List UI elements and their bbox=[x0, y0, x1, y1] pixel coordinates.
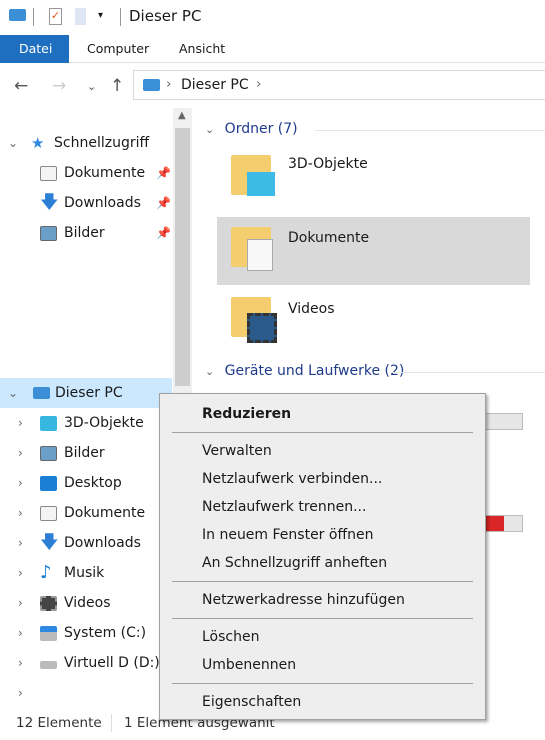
nav-label: Desktop bbox=[64, 475, 122, 491]
cube-icon bbox=[40, 416, 57, 431]
nav-label: 3D-Objekte bbox=[64, 415, 144, 431]
new-folder-icon[interactable] bbox=[75, 8, 86, 25]
pictures-icon bbox=[40, 226, 57, 241]
folder-3d-objekte[interactable]: 3D-Objekte bbox=[217, 142, 530, 210]
nav-dieser-pc[interactable]: ⌄ Dieser PC bbox=[0, 378, 172, 408]
item-count: 12 Elemente bbox=[16, 715, 102, 731]
document-icon bbox=[40, 506, 57, 521]
drive-icon bbox=[40, 661, 57, 669]
menu-item-neues-fenster[interactable]: In neuem Fenster öffnen bbox=[202, 523, 373, 547]
nav-downloads[interactable]: › 🡇 Downloads bbox=[0, 528, 172, 558]
menu-item-netzlaufwerk-verbinden[interactable]: Netzlaufwerk verbinden... bbox=[202, 467, 382, 491]
system-drive-icon bbox=[40, 626, 57, 641]
nav-quick-dokumente[interactable]: Dokumente 📌 bbox=[0, 158, 172, 188]
up-button[interactable]: ↑ bbox=[110, 76, 124, 96]
chevron-down-icon[interactable]: ⌄ bbox=[205, 365, 214, 378]
document-icon bbox=[40, 166, 57, 181]
group-ordner[interactable]: ⌄ Ordner (7) bbox=[205, 121, 545, 137]
folder-label: 3D-Objekte bbox=[288, 156, 368, 172]
nav-system-c[interactable]: › System (C:) bbox=[0, 618, 172, 648]
customize-toolbar-dropdown[interactable]: ▾ bbox=[98, 10, 103, 21]
video-icon bbox=[247, 313, 277, 343]
pin-icon[interactable]: 📌 bbox=[156, 188, 171, 218]
download-icon: 🡇 bbox=[40, 192, 59, 213]
nav-dokumente[interactable]: › Dokumente bbox=[0, 498, 172, 528]
menu-item-reduzieren[interactable]: Reduzieren bbox=[202, 402, 291, 426]
menu-item-eigenschaften[interactable]: Eigenschaften bbox=[202, 690, 301, 714]
nav-network[interactable]: › bbox=[0, 678, 172, 708]
menu-item-umbenennen[interactable]: Umbenennen bbox=[202, 653, 296, 677]
desktop-icon bbox=[40, 476, 57, 491]
recent-locations-button[interactable]: ⌄ bbox=[87, 80, 96, 93]
forward-button[interactable]: → bbox=[52, 76, 66, 96]
nav-musik[interactable]: › ♪ Musik bbox=[0, 558, 172, 588]
tab-ansicht[interactable]: Ansicht bbox=[162, 35, 242, 63]
pin-icon[interactable]: 📌 bbox=[156, 218, 171, 248]
nav-label: Dieser PC bbox=[55, 385, 123, 401]
window-title: Dieser PC bbox=[129, 7, 202, 25]
computer-icon bbox=[143, 79, 160, 91]
folder-videos[interactable]: Videos bbox=[217, 285, 530, 353]
nav-desktop[interactable]: › Desktop bbox=[0, 468, 172, 498]
nav-quick-downloads[interactable]: 🡇 Downloads 📌 bbox=[0, 188, 172, 218]
scroll-up-icon[interactable]: ▲ bbox=[178, 110, 186, 121]
breadcrumb-separator: › bbox=[166, 76, 172, 92]
nav-label: Downloads bbox=[64, 195, 141, 211]
cube-icon bbox=[247, 172, 275, 196]
nav-videos[interactable]: › Videos bbox=[0, 588, 172, 618]
nav-label: Dokumente bbox=[64, 505, 146, 521]
breadcrumb-dropdown[interactable]: › bbox=[256, 76, 261, 92]
folder-dokumente[interactable]: Dokumente bbox=[217, 217, 530, 285]
properties-icon[interactable]: ✓ bbox=[49, 8, 62, 25]
title-bar: ✓ ▾ Dieser PC bbox=[0, 0, 545, 34]
chevron-down-icon[interactable]: ⌄ bbox=[8, 378, 18, 408]
tab-computer[interactable]: Computer bbox=[70, 35, 166, 63]
download-icon: 🡇 bbox=[40, 532, 59, 553]
folder-label: Videos bbox=[288, 301, 335, 317]
nav-3d-objekte[interactable]: › 3D-Objekte bbox=[0, 408, 172, 438]
address-bar[interactable]: › Dieser PC › bbox=[133, 70, 545, 100]
computer-icon bbox=[33, 387, 50, 399]
nav-virtuell-d[interactable]: › Virtuell D (D:) bbox=[0, 648, 172, 678]
scrollbar-thumb[interactable] bbox=[175, 128, 190, 386]
star-icon: ★ bbox=[31, 134, 45, 152]
pictures-icon bbox=[40, 446, 57, 461]
menu-item-netzlaufwerk-trennen[interactable]: Netzlaufwerk trennen... bbox=[202, 495, 366, 519]
nav-label: Bilder bbox=[64, 445, 105, 461]
nav-bilder[interactable]: › Bilder bbox=[0, 438, 172, 468]
menu-item-netzwerkadresse[interactable]: Netzwerkadresse hinzufügen bbox=[202, 588, 405, 612]
nav-schnellzugriff[interactable]: ⌄ ★ Schnellzugriff bbox=[0, 128, 172, 158]
group-header: Geräte und Laufwerke (2) bbox=[224, 363, 405, 379]
group-geraete[interactable]: ⌄ Geräte und Laufwerke (2) bbox=[205, 363, 545, 379]
nav-label: System (C:) bbox=[64, 625, 147, 641]
nav-label: Videos bbox=[64, 595, 111, 611]
tab-datei[interactable]: Datei bbox=[0, 35, 69, 63]
chevron-down-icon[interactable]: ⌄ bbox=[205, 123, 214, 136]
pin-icon[interactable]: 📌 bbox=[156, 158, 171, 188]
document-icon bbox=[247, 239, 273, 271]
nav-label: Musik bbox=[64, 565, 105, 581]
divider bbox=[120, 8, 121, 26]
menu-item-schnellzugriff-anheften[interactable]: An Schnellzugriff anheften bbox=[202, 551, 387, 575]
computer-icon bbox=[9, 9, 26, 21]
nav-label: Schnellzugriff bbox=[54, 135, 150, 151]
folder-label: Dokumente bbox=[288, 230, 370, 246]
breadcrumb-dieser-pc[interactable]: Dieser PC bbox=[181, 77, 249, 93]
nav-label: Downloads bbox=[64, 535, 141, 551]
menu-item-loeschen[interactable]: Löschen bbox=[202, 625, 259, 649]
nav-quick-bilder[interactable]: Bilder 📌 bbox=[0, 218, 172, 248]
back-button[interactable]: ← bbox=[14, 76, 28, 96]
chevron-down-icon[interactable]: ⌄ bbox=[8, 128, 18, 158]
nav-label: Bilder bbox=[64, 225, 105, 241]
ribbon-tabs: Datei Computer Ansicht bbox=[0, 35, 545, 63]
video-icon bbox=[40, 596, 57, 611]
music-icon: ♪ bbox=[40, 562, 52, 583]
menu-item-verwalten[interactable]: Verwalten bbox=[202, 439, 272, 463]
group-header: Ordner (7) bbox=[224, 121, 298, 137]
nav-label: Dokumente bbox=[64, 165, 146, 181]
divider bbox=[33, 8, 34, 26]
nav-label: Virtuell D (D:) bbox=[64, 655, 160, 671]
context-menu: Reduzieren Verwalten Netzlaufwerk verbin… bbox=[159, 393, 486, 720]
